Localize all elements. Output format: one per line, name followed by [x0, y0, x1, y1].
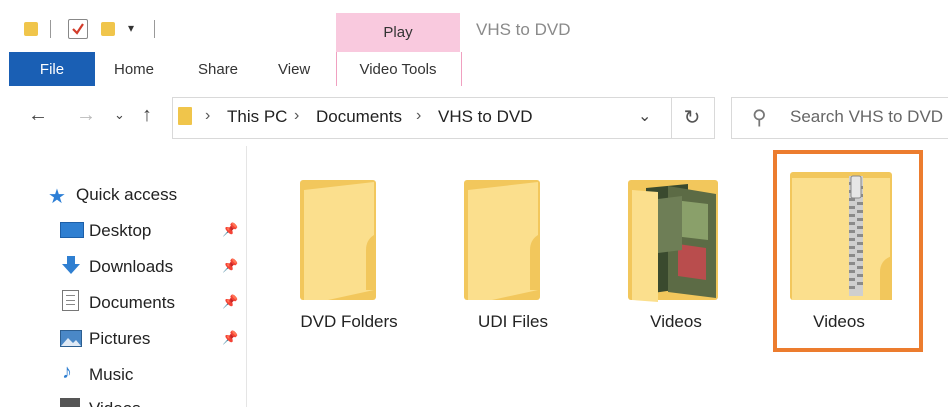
tab-video-tools-label: Video Tools [359, 61, 437, 78]
pin-icon[interactable]: 📌 [222, 222, 238, 238]
properties-check-icon[interactable] [68, 19, 88, 39]
breadcrumb-chevron-icon[interactable]: › [416, 107, 421, 125]
breadcrumb-chevron-icon[interactable]: › [294, 107, 299, 125]
recent-locations-chevron-icon[interactable]: ⌄ [114, 107, 125, 123]
new-folder-icon[interactable] [101, 22, 115, 36]
download-arrow-icon [60, 254, 82, 281]
customize-qat-icon[interactable]: ▾ [128, 21, 134, 35]
folder-with-images-icon[interactable] [628, 180, 724, 309]
pin-icon[interactable]: 📌 [222, 258, 238, 274]
desktop-icon [60, 222, 84, 238]
sidebar-item-quick-access[interactable]: Quick access [76, 185, 177, 205]
breadcrumb-documents[interactable]: Documents [316, 107, 402, 127]
pictures-icon [60, 330, 82, 347]
document-icon [62, 290, 79, 311]
pin-icon[interactable]: 📌 [222, 330, 238, 346]
breadcrumb-chevron-icon[interactable]: › [205, 107, 210, 125]
refresh-icon[interactable]: ↻ [670, 97, 715, 139]
title-bar [0, 0, 948, 52]
tab-file[interactable]: File [9, 52, 95, 87]
folder-icon[interactable] [24, 22, 38, 36]
back-arrow-icon[interactable]: ← [28, 104, 48, 127]
separator [50, 20, 51, 38]
sidebar-item-music[interactable]: Music [89, 365, 133, 385]
sidebar-item-downloads[interactable]: Downloads [89, 257, 173, 277]
folder-icon [178, 107, 192, 125]
folder-icon[interactable] [300, 180, 380, 305]
zip-folder-icon[interactable] [790, 172, 894, 307]
sidebar-item-videos[interactable]: Videos [89, 399, 141, 407]
search-icon: ⚲ [752, 107, 767, 129]
music-note-icon: ♪ [62, 361, 72, 383]
breadcrumb-vhs-to-dvd[interactable]: VHS to DVD [438, 107, 532, 127]
window-title: VHS to DVD [476, 20, 571, 39]
sidebar-item-desktop[interactable]: Desktop [89, 221, 151, 241]
file-item-label[interactable]: UDI Files [443, 312, 583, 332]
address-dropdown-chevron-icon[interactable]: ⌄ [638, 106, 651, 126]
separator [154, 20, 155, 38]
tab-home[interactable]: Home [114, 61, 154, 78]
breadcrumb-this-pc[interactable]: This PC [227, 107, 287, 127]
sidebar-item-pictures[interactable]: Pictures [89, 329, 150, 349]
play-group-label: Play [383, 24, 413, 41]
file-item-label[interactable]: DVD Folders [279, 312, 419, 332]
star-icon: ★ [48, 186, 66, 208]
folder-icon[interactable] [464, 180, 544, 305]
file-item-label[interactable]: Videos [606, 312, 746, 332]
videos-icon [60, 398, 80, 407]
file-item-label[interactable]: Videos [769, 312, 909, 332]
tab-view[interactable]: View [278, 61, 310, 78]
tab-share[interactable]: Share [198, 61, 238, 78]
up-arrow-icon[interactable]: ↑ [142, 104, 152, 127]
pin-icon[interactable]: 📌 [222, 294, 238, 310]
search-input[interactable]: Search VHS to DVD [790, 107, 943, 127]
forward-arrow-icon[interactable]: → [76, 104, 96, 127]
sidebar-item-documents[interactable]: Documents [89, 293, 175, 313]
